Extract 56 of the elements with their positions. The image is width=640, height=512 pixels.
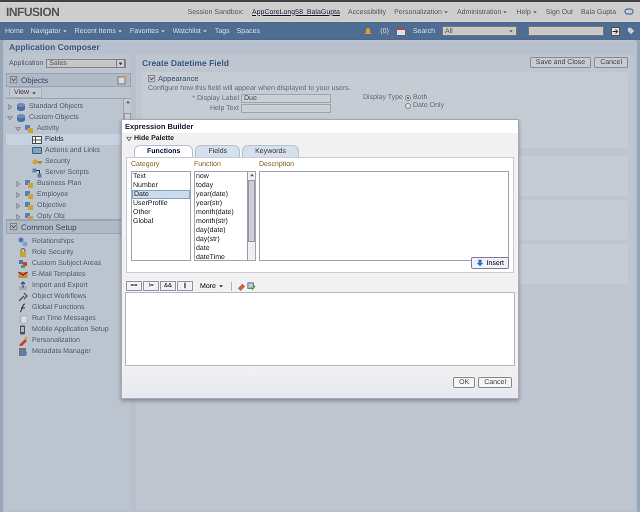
upload-icon	[18, 280, 28, 290]
caret-icon	[502, 9, 508, 15]
cubes-icon	[24, 124, 34, 134]
database-icon	[16, 112, 26, 122]
blocks-icon	[18, 258, 28, 268]
phone-icon	[18, 324, 28, 334]
bell-icon	[363, 26, 374, 36]
database-icon	[16, 102, 26, 112]
link-icon	[32, 146, 42, 156]
caret-icon	[116, 28, 123, 34]
new-item-icon	[117, 75, 127, 85]
go-button[interactable]	[611, 26, 620, 36]
function-icon	[18, 302, 28, 312]
scrollbar[interactable]	[247, 172, 255, 260]
chat-icon	[624, 7, 634, 17]
wrench-icon	[18, 292, 28, 302]
dropdown-icon	[116, 59, 126, 68]
collapse-icon	[10, 223, 18, 231]
panel-title: Objects	[21, 76, 48, 84]
page-title: Application Composer	[8, 42, 101, 54]
people-icon	[18, 236, 28, 246]
caret-icon	[532, 9, 538, 15]
validate-icon	[246, 282, 256, 290]
scroll-thumb[interactable]	[248, 180, 255, 242]
caret-icon	[442, 9, 449, 15]
logo: INFUSION	[6, 5, 60, 19]
radio-button[interactable]	[404, 102, 411, 108]
key-icon	[32, 156, 42, 166]
radio-button[interactable]	[404, 94, 411, 100]
arrow-icon	[612, 28, 619, 34]
input-field[interactable]	[241, 104, 331, 113]
server-icon	[18, 346, 28, 356]
caret-icon	[508, 28, 514, 34]
expression-editor[interactable]	[125, 292, 515, 366]
caret-icon	[31, 90, 38, 96]
down-arrow-icon	[476, 259, 484, 267]
caret-icon	[62, 28, 68, 34]
scroll-up-icon	[124, 99, 130, 105]
caret-icon	[160, 28, 166, 34]
envelope-icon	[18, 270, 28, 280]
collapsed-triangle-icon	[7, 104, 13, 110]
collapse-icon	[148, 74, 156, 82]
calendar-icon	[396, 26, 406, 36]
pages-icon	[18, 314, 28, 324]
pencil-icon	[18, 336, 28, 346]
scroll-up-icon	[248, 172, 254, 178]
content-title: Create Datetime Field	[142, 58, 229, 68]
padlock-icon	[18, 248, 28, 258]
collapse-icon	[10, 76, 18, 84]
script-icon	[32, 168, 42, 178]
search-field[interactable]	[528, 26, 604, 36]
panel-title: Common Setup	[21, 222, 77, 232]
grid-icon	[32, 134, 42, 144]
triangle-icon	[126, 136, 132, 142]
caret-icon	[202, 28, 208, 34]
tag-icon	[627, 27, 635, 35]
